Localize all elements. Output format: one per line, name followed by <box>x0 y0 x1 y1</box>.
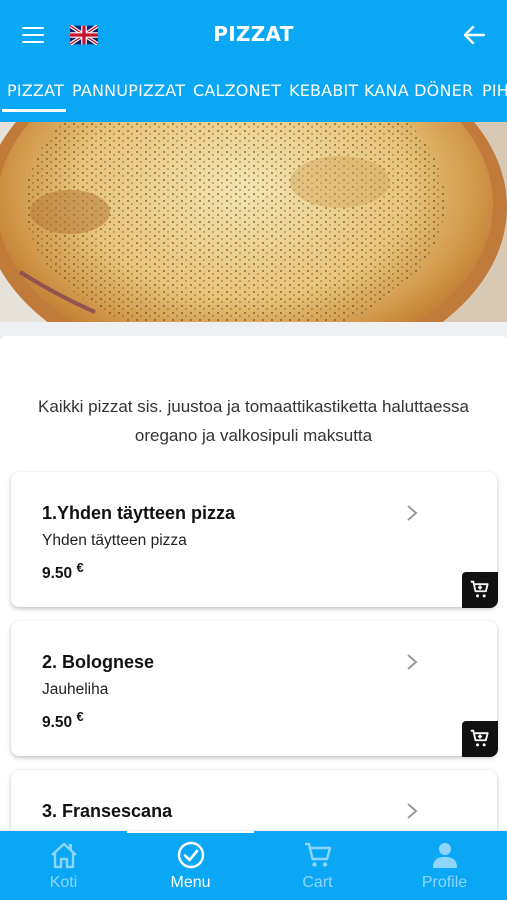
nav-label: Koti <box>49 874 78 891</box>
nav-profile[interactable]: Profile <box>381 831 507 900</box>
nav-menu[interactable]: Menu <box>127 831 254 900</box>
product-card[interactable]: 3. Fransescana <box>11 770 497 830</box>
cart-plus-icon <box>470 729 489 747</box>
price-value: 9.50 <box>42 565 73 583</box>
product-description: Yhden täytteen pizza <box>42 532 187 549</box>
arrow-left-icon[interactable] <box>462 24 486 46</box>
add-to-cart-button[interactable] <box>462 572 498 608</box>
active-tab-indicator <box>2 109 66 112</box>
category-description-line-2: oregano ja valkosipuli maksutta <box>134 426 373 445</box>
nav-label: Profile <box>421 874 468 891</box>
tab-pizzat[interactable]: PIZZAT <box>7 81 64 100</box>
home-icon <box>50 842 77 869</box>
tab-pannupizzat[interactable]: PANNUPIZZAT <box>72 81 185 100</box>
check-circle-icon <box>177 841 204 869</box>
product-price: 9.50 € <box>42 560 84 583</box>
tab-kana-doner[interactable]: KANA DÖNER <box>364 81 473 100</box>
cart-icon <box>304 842 331 867</box>
top-bar: PIZZAT <box>0 0 507 72</box>
hamburger-icon[interactable] <box>22 26 44 44</box>
category-hero-image <box>0 122 507 322</box>
person-icon <box>432 843 457 868</box>
cart-plus-icon <box>470 580 489 598</box>
nav-label: Cart <box>302 874 333 891</box>
tab-kebabit[interactable]: KEBABIT <box>289 81 358 100</box>
product-description: Jauheliha <box>42 681 109 698</box>
product-name: 1.Yhden täytteen pizza <box>42 503 236 523</box>
product-card[interactable]: 2. Bolognese Jauheliha 9.50 € <box>11 621 498 757</box>
nav-label: Menu <box>170 874 211 891</box>
nav-koti[interactable]: Koti <box>0 831 127 900</box>
chevron-right-icon <box>407 505 418 521</box>
app-header: PIZZAT PIZZAT PANNUPIZZAT CALZONET KEBAB… <box>0 0 507 122</box>
category-description: Kaikki pizzat sis. juustoa ja tomaattika… <box>14 392 493 450</box>
chevron-right-icon <box>407 654 418 670</box>
product-card[interactable]: 1.Yhden täytteen pizza Yhden täytteen pi… <box>11 472 498 608</box>
bottom-navigation: Koti Menu Cart Profile <box>0 831 507 900</box>
chevron-right-icon <box>407 803 418 819</box>
product-name: 3. Fransescana <box>42 801 173 821</box>
add-to-cart-button[interactable] <box>462 721 498 757</box>
product-price: 9.50 € <box>42 709 84 732</box>
uk-flag-icon[interactable] <box>68 24 100 46</box>
category-description-line-1: Kaikki pizzat sis. juustoa ja tomaattika… <box>38 397 469 416</box>
product-name: 2. Bolognese <box>42 652 155 672</box>
tab-pihvit[interactable]: PIH <box>482 81 507 100</box>
tab-calzonet[interactable]: CALZONET <box>193 81 281 100</box>
price-value: 9.50 <box>42 714 73 732</box>
price-currency: € <box>76 560 84 575</box>
category-tabs: PIZZAT PANNUPIZZAT CALZONET KEBABIT KANA… <box>0 72 507 116</box>
product-list: Kaikki pizzat sis. juustoa ja tomaattika… <box>0 336 507 830</box>
nav-cart[interactable]: Cart <box>254 831 381 900</box>
price-currency: € <box>76 709 84 724</box>
